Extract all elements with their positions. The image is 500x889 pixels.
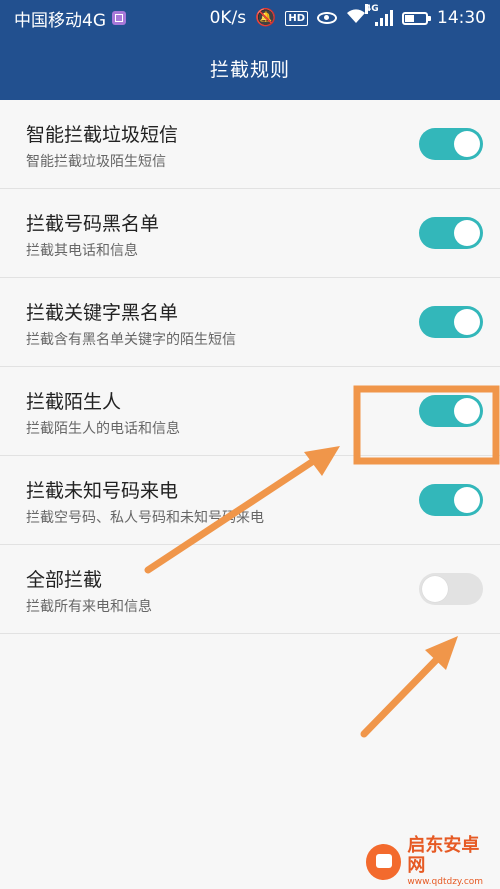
title-bar: 拦截规则 [0,36,500,100]
toggle-switch[interactable] [419,217,483,249]
setting-smart-spam-sms[interactable]: 智能拦截垃圾短信 智能拦截垃圾陌生短信 [0,100,500,189]
watermark-logo-icon [366,844,402,880]
carrier-label: 中国移动4G [14,10,106,31]
setting-title: 拦截未知号码来电 [26,480,179,502]
setting-subtitle: 拦截陌生人的电话和信息 [26,421,180,437]
setting-block-all[interactable]: 全部拦截 拦截所有来电和信息 [0,545,500,634]
toggle-switch[interactable] [419,306,483,338]
eye-comfort-icon [317,12,337,24]
arrowhead-icon [425,636,458,670]
toggle-switch[interactable] [419,395,483,427]
wifi-icon [346,8,366,28]
signal-icon: 4G [365,4,393,26]
watermark: 启东安卓网 www.qdtdzy.com [366,835,496,887]
setting-title: 全部拦截 [26,569,103,591]
status-bar: 中国移动4G 0K/s 🔕 HD 4G 14:30 [0,0,500,36]
clock: 14:30 [437,8,486,28]
mute-icon: 🔕 [255,8,277,28]
battery-icon [402,11,431,25]
setting-subtitle: 拦截空号码、私人号码和未知号码来电 [26,510,264,526]
watermark-url: www.qdtdzy.com [407,877,484,887]
setting-subtitle: 拦截其电话和信息 [26,243,138,259]
toggle-switch[interactable] [419,484,483,516]
setting-title: 拦截号码黑名单 [26,213,160,235]
setting-number-blacklist[interactable]: 拦截号码黑名单 拦截其电话和信息 [0,189,500,278]
arrow-line [360,650,446,738]
setting-subtitle: 拦截所有来电和信息 [26,599,152,615]
setting-subtitle: 拦截含有黑名单关键字的陌生短信 [26,332,236,348]
hd-badge: HD [285,10,308,26]
toggle-switch[interactable] [419,128,483,160]
watermark-name: 启东安卓网 [407,835,480,876]
setting-title: 智能拦截垃圾短信 [26,124,179,146]
setting-unknown-callers[interactable]: 拦截未知号码来电 拦截空号码、私人号码和未知号码来电 [0,456,500,545]
settings-list: 智能拦截垃圾短信 智能拦截垃圾陌生短信 拦截号码黑名单 拦截其电话和信息 拦截关… [0,100,500,634]
setting-title: 拦截关键字黑名单 [26,302,179,324]
toggle-switch[interactable] [419,573,483,605]
setting-subtitle: 智能拦截垃圾陌生短信 [26,154,166,170]
image-notification-icon [112,11,126,25]
network-type-badge: 4G [365,4,379,14]
setting-block-strangers[interactable]: 拦截陌生人 拦截陌生人的电话和信息 [0,367,500,456]
setting-title: 拦截陌生人 [26,391,122,413]
network-speed: 0K/s [209,8,247,28]
setting-keyword-blacklist[interactable]: 拦截关键字黑名单 拦截含有黑名单关键字的陌生短信 [0,278,500,367]
page-title: 拦截规则 [209,58,290,81]
